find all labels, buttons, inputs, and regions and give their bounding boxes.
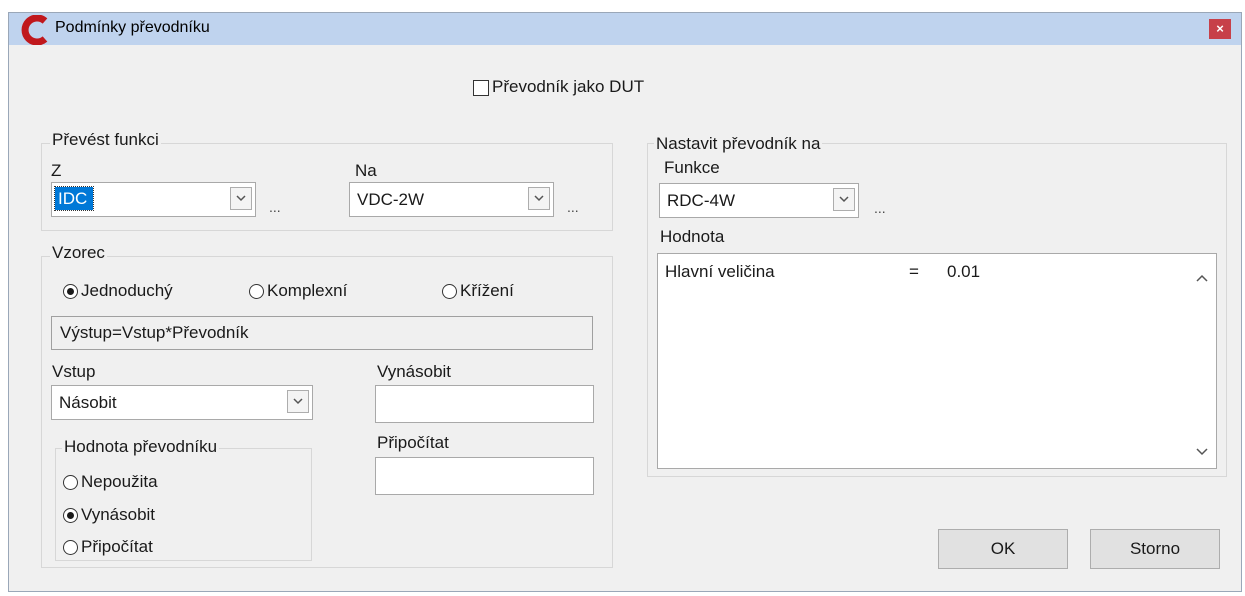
- add-input[interactable]: [375, 457, 594, 495]
- from-function-value: IDC: [53, 186, 95, 211]
- dut-checkbox-label: Převodník jako DUT: [492, 77, 645, 96]
- scroll-up-icon[interactable]: [1196, 274, 1208, 282]
- converter-value-list[interactable]: Hlavní veličina = 0.01: [657, 253, 1217, 469]
- from-function-more-button[interactable]: ...: [269, 199, 281, 215]
- input-mode-value: Násobit: [59, 393, 117, 412]
- converter-function-select[interactable]: RDC-4W: [659, 183, 859, 218]
- radio-icon[interactable]: [442, 283, 457, 299]
- converter-option-unused[interactable]: Nepoužita: [63, 472, 158, 492]
- multiply-label: Vynásobit: [377, 362, 452, 381]
- converter-value-title: Hodnota převodníku: [62, 437, 220, 457]
- chevron-down-icon[interactable]: [528, 187, 550, 210]
- chevron-down-icon[interactable]: [833, 188, 855, 211]
- formula-expression-text: Výstup=Vstup*Převodník: [60, 323, 249, 342]
- value-label: Hodnota: [660, 227, 725, 246]
- to-function-value: VDC-2W: [357, 190, 425, 209]
- formula-option-cross[interactable]: Křížení: [442, 281, 514, 301]
- from-label: Z: [51, 161, 62, 180]
- function-label: Funkce: [664, 158, 720, 177]
- converter-option-label: Vynásobit: [81, 505, 156, 524]
- to-function-select[interactable]: VDC-2W: [349, 182, 554, 217]
- to-label: Na: [355, 161, 377, 180]
- chevron-down-icon[interactable]: [230, 187, 252, 210]
- list-item-name: Hlavní veličina: [665, 262, 775, 281]
- set-converter-title: Nastavit převodník na: [654, 134, 823, 154]
- converter-function-value: RDC-4W: [667, 191, 735, 210]
- formula-option-label: Křížení: [460, 281, 514, 300]
- to-function-more-button[interactable]: ...: [567, 199, 579, 215]
- list-item-value: 0.01: [947, 262, 981, 281]
- formula-expression: Výstup=Vstup*Převodník: [51, 316, 593, 350]
- radio-icon[interactable]: [63, 283, 78, 299]
- title-bar[interactable]: Podmínky převodníku ×: [9, 13, 1241, 45]
- input-label: Vstup: [52, 362, 96, 381]
- app-logo-icon: [21, 15, 48, 45]
- close-icon: ×: [1216, 21, 1224, 36]
- list-item[interactable]: Hlavní veličina = 0.01: [665, 262, 1185, 284]
- input-mode-select[interactable]: Násobit: [51, 385, 313, 420]
- list-item-eq: =: [909, 262, 919, 281]
- from-function-select[interactable]: IDC: [51, 182, 256, 217]
- converter-option-label: Nepoužita: [81, 472, 158, 491]
- converter-function-more-button[interactable]: ...: [874, 200, 886, 216]
- close-button[interactable]: ×: [1209, 19, 1231, 39]
- scroll-down-icon[interactable]: [1196, 448, 1208, 456]
- converter-option-multiply[interactable]: Vynásobit: [63, 505, 155, 525]
- add-label: Připočítat: [377, 433, 449, 452]
- multiply-input[interactable]: [375, 385, 594, 423]
- formula-option-label: Jednoduchý: [81, 281, 173, 300]
- converter-option-add[interactable]: Připočítat: [63, 537, 153, 557]
- formula-option-label: Komplexní: [267, 281, 348, 300]
- formula-title: Vzorec: [50, 243, 107, 263]
- radio-icon[interactable]: [63, 474, 78, 490]
- radio-icon[interactable]: [63, 507, 78, 523]
- formula-option-simple[interactable]: Jednoduchý: [63, 281, 173, 301]
- radio-icon[interactable]: [249, 283, 264, 299]
- dialog-window: Podmínky převodníku × Převodník jako DUT…: [8, 12, 1242, 592]
- cancel-button[interactable]: Storno: [1090, 529, 1220, 569]
- dut-checkbox[interactable]: Převodník jako DUT: [473, 77, 644, 97]
- formula-option-complex[interactable]: Komplexní: [249, 281, 347, 301]
- dut-checkbox-box[interactable]: [473, 79, 489, 96]
- converter-option-label: Připočítat: [81, 537, 153, 556]
- ok-button[interactable]: OK: [938, 529, 1068, 569]
- chevron-down-icon[interactable]: [287, 390, 309, 413]
- radio-icon[interactable]: [63, 539, 78, 555]
- window-title: Podmínky převodníku: [55, 19, 210, 36]
- convert-function-title: Převést funkci: [50, 130, 161, 150]
